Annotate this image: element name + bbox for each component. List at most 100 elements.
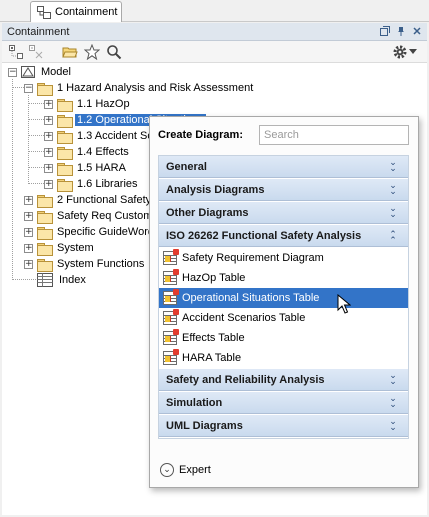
tree-node-system[interactable]: + System xyxy=(24,240,96,256)
category-label: UML Diagrams xyxy=(166,419,243,432)
mouse-cursor-icon xyxy=(337,294,351,314)
category-label: ISO 26262 Functional Safety Analysis xyxy=(166,229,362,242)
tree-node-label: Specific GuideWord xyxy=(57,226,155,238)
category-analysis-diagrams[interactable]: Analysis Diagrams ⌄ ⌄ xyxy=(159,179,408,201)
double-chevron-down-icon: ⌄ ⌄ xyxy=(389,181,397,197)
expand-toggle-icon[interactable]: + xyxy=(44,131,53,141)
expand-toggle-icon[interactable]: + xyxy=(24,227,33,237)
panel-header: Containment xyxy=(2,23,427,41)
tree-node-model[interactable]: − Model xyxy=(8,64,73,80)
folder-icon xyxy=(57,130,73,144)
category-label: Simulation xyxy=(166,396,223,409)
open-folder-icon[interactable] xyxy=(62,44,78,60)
category-iso-26262[interactable]: ISO 26262 Functional Safety Analysis ⌃ ⌃ xyxy=(159,225,408,247)
category-label: Analysis Diagrams xyxy=(166,183,265,196)
tree-node-hazop[interactable]: + 1.1 HazOp xyxy=(44,96,132,112)
table-icon xyxy=(37,273,53,287)
hazop-table-icon xyxy=(163,269,179,285)
double-chevron-down-icon: ⌄ ⌄ xyxy=(389,417,397,433)
diagram-item-accident-scenarios-table[interactable]: Accident Scenarios Table xyxy=(159,308,408,328)
star-icon[interactable] xyxy=(84,44,100,60)
create-diagram-popup: Create Diagram: General ⌄⌄ Analysis Diag… xyxy=(149,116,419,488)
tree-node-system-functions[interactable]: + System Functions xyxy=(24,256,146,272)
safety-requirement-diagram-icon xyxy=(163,249,179,265)
expert-toggle[interactable]: ⌄ Expert xyxy=(160,463,211,477)
double-chevron-up-icon: ⌃ ⌃ xyxy=(389,230,397,246)
tab-containment[interactable]: Containment xyxy=(30,1,122,22)
chevron-circle-down-icon: ⌄ xyxy=(160,463,174,477)
collapse-toggle-icon[interactable]: − xyxy=(8,67,17,77)
tree-node-label: System xyxy=(57,242,94,254)
folder-icon xyxy=(37,210,53,224)
gear-icon[interactable] xyxy=(392,44,408,60)
folder-icon xyxy=(37,242,53,256)
tab-label: Containment xyxy=(55,6,118,18)
category-other-diagrams[interactable]: Other Diagrams ⌄ ⌄ xyxy=(159,202,408,224)
expand-toggle-icon[interactable]: + xyxy=(24,259,33,269)
diagram-item-label: Operational Situations Table xyxy=(182,292,320,304)
tree-node-hara[interactable]: + 1.5 HARA xyxy=(44,160,128,176)
expand-toggle-icon[interactable]: + xyxy=(44,147,53,157)
folder-icon xyxy=(57,162,73,176)
expand-toggle-icon[interactable]: + xyxy=(44,179,53,189)
diagram-item-safety-requirement[interactable]: Safety Requirement Diagram xyxy=(159,248,408,268)
tree-node-hara-package[interactable]: − 1 Hazard Analysis and Risk Assessment xyxy=(24,80,255,96)
tree-node-label: 1.1 HazOp xyxy=(77,98,130,110)
tree-node-label: Safety Req Customer xyxy=(57,210,163,222)
category-label: Other Diagrams xyxy=(166,206,249,219)
tree-node-label: 1 Hazard Analysis and Risk Assessment xyxy=(57,82,254,94)
diagram-item-effects-table[interactable]: Effects Table xyxy=(159,328,408,348)
close-icon[interactable] xyxy=(411,25,423,37)
tree-node-safety-req[interactable]: + Safety Req Customer xyxy=(24,208,164,224)
folder-icon xyxy=(57,114,73,128)
expand-toggle-icon[interactable]: + xyxy=(24,211,33,221)
tree-node-effects[interactable]: + 1.4 Effects xyxy=(44,144,131,160)
collapse-toggle-icon[interactable]: − xyxy=(24,83,33,93)
folder-icon xyxy=(57,98,73,112)
expand-toggle-icon[interactable]: + xyxy=(44,99,53,109)
diagram-item-label: HARA Table xyxy=(182,352,242,364)
folder-icon xyxy=(57,146,73,160)
category-safety-reliability[interactable]: Safety and Reliability Analysis ⌄ ⌄ xyxy=(159,369,408,391)
expand-toggle-icon[interactable]: + xyxy=(24,195,33,205)
folder-icon xyxy=(37,194,53,208)
tree-node-label: System Functions xyxy=(57,258,145,270)
tree-node-label: Index xyxy=(59,274,86,286)
diagram-item-hara-table[interactable]: HARA Table xyxy=(159,348,408,368)
folder-icon xyxy=(37,82,53,96)
panel-title: Containment xyxy=(7,25,70,38)
operational-situations-table-icon xyxy=(163,289,179,305)
category-uml-diagrams[interactable]: UML Diagrams ⌄ ⌄ xyxy=(159,415,408,437)
category-label: General xyxy=(166,160,207,173)
tree-node-specific-guideword[interactable]: + Specific GuideWord xyxy=(24,224,156,240)
search-input[interactable] xyxy=(259,125,409,145)
diagram-item-operational-situations-table[interactable]: Operational Situations Table xyxy=(159,288,408,308)
double-chevron-down-icon: ⌄ ⌄ xyxy=(389,371,397,387)
tab-strip: Containment xyxy=(0,0,429,22)
category-simulation[interactable]: Simulation ⌄ ⌄ xyxy=(159,392,408,414)
pin-icon[interactable] xyxy=(395,25,407,37)
diagram-category-list: General ⌄ ⌄ Analysis Diagrams ⌄ ⌄ Other Di… xyxy=(158,155,409,439)
diagram-item-hazop-table[interactable]: HazOp Table xyxy=(159,268,408,288)
float-icon[interactable] xyxy=(379,25,391,37)
category-label: Safety and Reliability Analysis xyxy=(166,373,325,386)
expert-label: Expert xyxy=(179,464,211,476)
tree-node-libraries[interactable]: + 1.6 Libraries xyxy=(44,176,140,192)
tree-node-label: 1.4 Effects xyxy=(77,146,129,158)
chevron-down-icon[interactable] xyxy=(408,44,418,60)
collapse-all-icon[interactable] xyxy=(28,44,44,60)
category-general[interactable]: General ⌄ ⌄ xyxy=(159,156,408,178)
double-chevron-down-icon: ⌄ ⌄ xyxy=(389,158,397,174)
diagram-item-label: Accident Scenarios Table xyxy=(182,312,306,324)
expand-toggle-icon[interactable]: + xyxy=(24,243,33,253)
search-icon[interactable] xyxy=(106,44,122,60)
tree-node-label: 1.5 HARA xyxy=(77,162,126,174)
accident-scenarios-table-icon xyxy=(163,309,179,325)
expand-all-icon[interactable] xyxy=(8,44,24,60)
expand-toggle-icon[interactable]: + xyxy=(44,115,53,125)
create-diagram-label: Create Diagram: xyxy=(158,129,243,141)
expand-toggle-icon[interactable]: + xyxy=(44,163,53,173)
folder-icon xyxy=(57,178,73,192)
folder-icon xyxy=(37,258,53,272)
tree-node-index[interactable]: Index xyxy=(37,272,88,288)
